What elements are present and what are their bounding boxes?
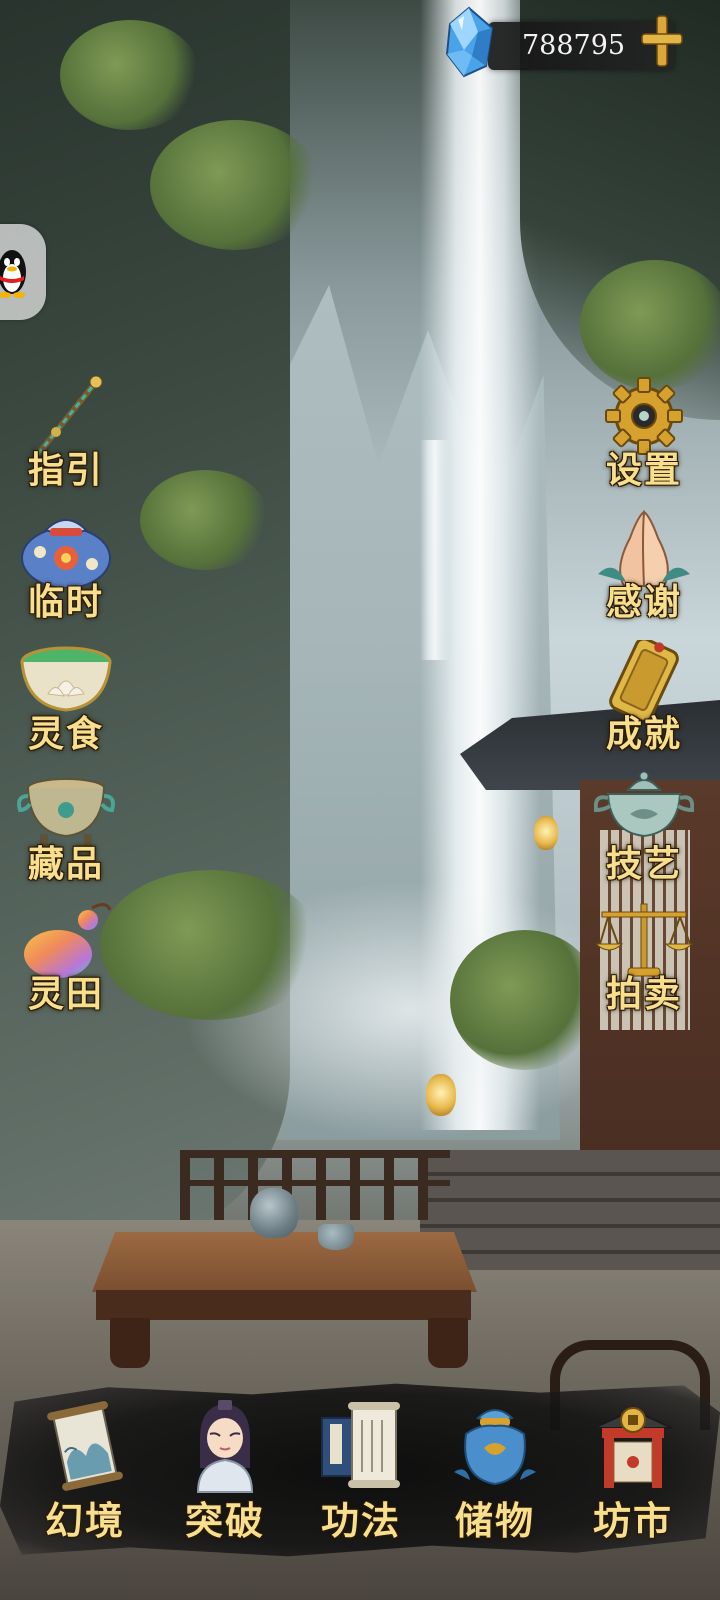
pine-tree [100, 870, 320, 1020]
menu-auction[interactable]: 拍卖 [586, 900, 702, 1016]
tea-table-leg [428, 1318, 468, 1368]
pouch-bag-icon [21, 519, 111, 588]
diamond-gem-icon [445, 6, 494, 78]
nav-label: 功法 [320, 1498, 401, 1543]
nav-label: 坊市 [592, 1498, 673, 1543]
cliff-foliage [150, 120, 320, 250]
menu-spirit-field[interactable]: 灵田 [8, 900, 124, 1016]
nav-illusion[interactable]: 幻境 [22, 1398, 148, 1548]
cliff-foliage [140, 470, 270, 570]
post-lantern [426, 1074, 456, 1116]
menu-label: 指引 [27, 449, 104, 491]
cliff-foliage [580, 260, 720, 390]
jade-scepter-icon [35, 376, 103, 456]
market-gate-icon [593, 1407, 673, 1488]
menu-label: 设置 [605, 449, 682, 491]
stone-steps [420, 1150, 720, 1270]
balance-scale-icon [594, 903, 694, 977]
wooden-railing [180, 1150, 450, 1220]
menu-label: 灵田 [27, 973, 104, 1015]
nav-breakthrough[interactable]: 突破 [162, 1398, 288, 1548]
menu-temporary[interactable]: 临时 [8, 508, 124, 624]
plus-icon[interactable] [640, 14, 684, 68]
storage-bag-icon [454, 1409, 536, 1486]
menu-guide[interactable]: 指引 [8, 376, 124, 492]
praying-hands-icon [598, 510, 690, 587]
menu-label: 拍卖 [605, 973, 682, 1015]
menu-settings[interactable]: 设置 [586, 376, 702, 492]
bronze-cauldron-icon [17, 778, 115, 846]
bonsai-tree [450, 930, 600, 1070]
menu-collection[interactable]: 藏品 [8, 770, 124, 886]
teapot [250, 1188, 298, 1238]
book-scroll-icon [321, 1402, 400, 1488]
tea-table [92, 1232, 477, 1292]
menu-label: 成就 [605, 713, 682, 755]
menu-label: 技艺 [605, 843, 682, 885]
scroll-painting-icon [47, 1401, 123, 1491]
nav-label: 突破 [184, 1498, 265, 1543]
cultivator-avatar-icon [196, 1400, 254, 1493]
teacup [318, 1224, 354, 1250]
tea-table-apron [96, 1290, 471, 1320]
nav-label: 储物 [454, 1498, 535, 1543]
menu-label: 感谢 [605, 581, 682, 623]
menu-label: 临时 [27, 581, 104, 623]
cliff-foliage [60, 20, 200, 130]
menu-spirit-food[interactable]: 灵食 [8, 640, 124, 756]
currency-amount: 788795 [522, 30, 626, 61]
tea-table-leg [110, 1318, 150, 1368]
gear-icon [605, 377, 683, 455]
nav-technique[interactable]: 功法 [298, 1398, 424, 1548]
menu-craft[interactable]: 技艺 [586, 770, 702, 886]
golden-token-icon [609, 640, 679, 720]
nav-storage[interactable]: 储物 [432, 1398, 558, 1548]
qq-float-button[interactable] [0, 224, 46, 320]
menu-achievement[interactable]: 成就 [586, 640, 702, 756]
qq-penguin-icon [0, 250, 26, 298]
nav-market[interactable]: 坊市 [570, 1398, 696, 1548]
censer-icon [594, 771, 694, 838]
menu-thanks[interactable]: 感谢 [586, 508, 702, 624]
menu-label: 藏品 [27, 843, 104, 885]
menu-label: 灵食 [27, 713, 104, 755]
side-waterfall [420, 440, 450, 660]
lotus-bowl-icon [20, 646, 112, 712]
gourd-icon [24, 903, 112, 978]
hanging-lantern [534, 816, 558, 850]
nav-label: 幻境 [44, 1498, 125, 1543]
